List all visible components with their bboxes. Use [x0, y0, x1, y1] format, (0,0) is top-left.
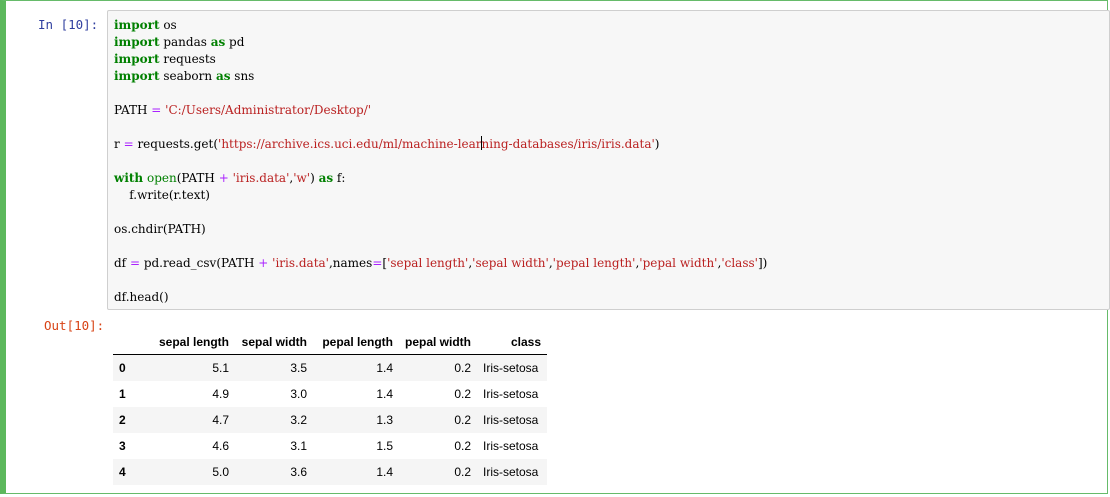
- table-cell: 3.0: [290, 387, 307, 401]
- code-line: df = pd.read_csv(PATH + 'iris.data',name…: [114, 256, 768, 270]
- row-index: 4: [119, 465, 126, 479]
- table-cell: 1.5: [376, 439, 393, 453]
- table-cell: 1.3: [376, 413, 393, 427]
- table-cell: Iris-setosa: [483, 413, 539, 427]
- table-cell: 0.2: [454, 361, 471, 375]
- column-header: sepal length: [139, 330, 235, 355]
- table-cell: Iris-setosa: [483, 361, 539, 375]
- column-header: sepal width: [235, 330, 313, 355]
- table-row: 4 5.0 3.6 1.4 0.2 Iris-setosa: [113, 459, 547, 485]
- code-line: df.head(): [114, 290, 169, 304]
- code-editor[interactable]: import os import pandas as pd import req…: [107, 10, 1110, 310]
- table-cell: 0.2: [454, 465, 471, 479]
- row-index: 1: [119, 387, 126, 401]
- table-cell: 4.6: [212, 439, 229, 453]
- input-prompt: In [10]:: [38, 17, 99, 32]
- table-cell: 3.6: [290, 465, 307, 479]
- code-line: import requests: [114, 52, 216, 66]
- table-cell: 5.0: [212, 465, 229, 479]
- table-cell: 0.2: [454, 439, 471, 453]
- table-cell: Iris-setosa: [483, 465, 539, 479]
- column-header: pepal length: [313, 330, 399, 355]
- row-index: 2: [119, 413, 126, 427]
- row-index: 0: [119, 361, 126, 375]
- code-line: with open(PATH + 'iris.data','w') as f:: [114, 171, 346, 185]
- code-line: f.write(r.text): [114, 188, 210, 202]
- dataframe-table: sepal length sepal width pepal length pe…: [113, 330, 547, 485]
- table-row: 3 4.6 3.1 1.5 0.2 Iris-setosa: [113, 433, 547, 459]
- table-cell: 3.5: [290, 361, 307, 375]
- column-header: class: [477, 330, 547, 355]
- table-cell: 1.4: [376, 387, 393, 401]
- code-line: import seaborn as sns: [114, 69, 255, 83]
- table-cell: 3.1: [290, 439, 307, 453]
- table-cell: 1.4: [376, 465, 393, 479]
- code-line: os.chdir(PATH): [114, 222, 206, 236]
- table-row: 1 4.9 3.0 1.4 0.2 Iris-setosa: [113, 381, 547, 407]
- table-cell: 3.2: [290, 413, 307, 427]
- table-cell: Iris-setosa: [483, 439, 539, 453]
- table-cell: 0.2: [454, 413, 471, 427]
- row-index: 3: [119, 439, 126, 453]
- code-line: r = requests.get('https://archive.ics.uc…: [114, 136, 660, 151]
- table-cell: 4.9: [212, 387, 229, 401]
- column-header-index: [113, 330, 139, 355]
- column-header: pepal width: [399, 330, 477, 355]
- table-row: 0 5.1 3.5 1.4 0.2 Iris-setosa: [113, 354, 547, 381]
- notebook-cell[interactable]: In [10]: import os import pandas as pd i…: [0, 0, 1110, 494]
- table-row: 2 4.7 3.2 1.3 0.2 Iris-setosa: [113, 407, 547, 433]
- table-cell: 5.1: [212, 361, 229, 375]
- table-cell: 0.2: [454, 387, 471, 401]
- table-cell: 1.4: [376, 361, 393, 375]
- code-line: import pandas as pd: [114, 35, 245, 49]
- code-line: import os: [114, 18, 177, 32]
- table-cell: 4.7: [212, 413, 229, 427]
- output-prompt: Out[10]:: [44, 318, 105, 333]
- table-header-row: sepal length sepal width pepal length pe…: [113, 330, 547, 355]
- code-line: PATH = 'C:/Users/Administrator/Desktop/': [114, 103, 372, 117]
- table-cell: Iris-setosa: [483, 387, 539, 401]
- text-cursor: [481, 136, 483, 150]
- code-text[interactable]: import os import pandas as pd import req…: [114, 17, 767, 306]
